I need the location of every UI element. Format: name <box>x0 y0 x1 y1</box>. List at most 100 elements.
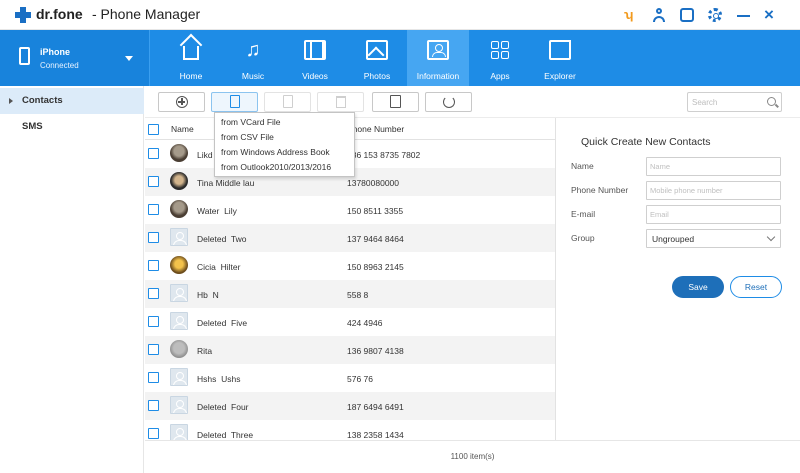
row-checkbox[interactable] <box>148 344 159 355</box>
contact-name: Cicia Hilter <box>197 262 241 272</box>
export-icon <box>283 95 293 108</box>
table-row[interactable]: Water Lily 150 8511 3355 <box>145 196 555 224</box>
reset-button[interactable]: Reset <box>730 276 782 298</box>
avatar-placeholder-icon <box>170 228 188 246</box>
contact-phone: 424 4946 <box>347 318 383 328</box>
tab-apps[interactable]: Apps <box>469 30 531 86</box>
tab-photos[interactable]: Photos <box>346 30 408 86</box>
gear-icon[interactable] <box>708 8 722 22</box>
contact-name: Deleted Four <box>197 402 249 412</box>
contact-name: Hshs Ushs <box>197 374 241 384</box>
row-checkbox[interactable] <box>148 204 159 215</box>
device-status: Connected <box>40 61 79 70</box>
contact-phone: 138 2358 1434 <box>347 430 404 440</box>
column-header-name[interactable]: Name <box>171 124 194 134</box>
menu-item-windows-address-book[interactable]: from Windows Address Book <box>215 144 354 160</box>
phone-field[interactable] <box>646 181 781 200</box>
film-icon <box>304 40 326 60</box>
row-checkbox[interactable] <box>148 316 159 327</box>
menu-item-csv[interactable]: from CSV File <box>215 129 354 145</box>
table-row[interactable]: Deleted Five 424 4946 <box>145 308 555 336</box>
contact-phone: 13780080000 <box>347 178 400 188</box>
trash-icon <box>336 96 346 108</box>
tab-information[interactable]: Information <box>407 30 469 86</box>
table-row[interactable]: Rita 136 9807 4138 <box>145 336 555 364</box>
import-dropdown-menu: from VCard File from CSV File from Windo… <box>214 112 355 177</box>
contact-phone: 150 8511 3355 <box>347 206 404 216</box>
menu-item-outlook[interactable]: from Outlook2010/2013/2016 <box>215 159 354 175</box>
table-row[interactable]: Deleted Two 137 9464 8464 <box>145 224 555 252</box>
cart-icon[interactable]: ʮ <box>624 8 638 22</box>
search-box <box>687 92 782 112</box>
avatar <box>170 172 188 190</box>
table-row[interactable]: Deleted Four 187 6494 6491 <box>145 392 555 420</box>
avatar <box>170 256 188 274</box>
tab-videos[interactable]: Videos <box>284 30 346 86</box>
table-row[interactable]: Deleted Three 138 2358 1434 <box>145 420 555 442</box>
table-row[interactable]: Hshs Ushs 576 76 <box>145 364 555 392</box>
contact-phone: 150 8963 2145 <box>347 262 404 272</box>
photo-icon <box>366 40 388 60</box>
row-checkbox[interactable] <box>148 232 159 243</box>
contact-name: Likd <box>197 150 213 160</box>
user-icon[interactable] <box>652 8 666 22</box>
tab-home[interactable]: Home <box>160 30 222 86</box>
caret-right-icon <box>9 98 13 104</box>
import-icon <box>230 95 240 108</box>
avatar <box>170 144 188 162</box>
avatar-placeholder-icon <box>170 368 188 386</box>
merge-button[interactable] <box>372 92 419 112</box>
row-checkbox[interactable] <box>148 372 159 383</box>
music-icon: ♫ <box>245 39 261 61</box>
tab-label: Videos <box>302 71 328 81</box>
row-checkbox[interactable] <box>148 400 159 411</box>
column-header-phone[interactable]: Phone Number <box>347 124 404 134</box>
name-field[interactable] <box>646 157 781 176</box>
export-button[interactable] <box>264 92 311 112</box>
row-checkbox[interactable] <box>148 148 159 159</box>
title-bar: dr.fone - Phone Manager ʮ × <box>0 0 800 30</box>
email-field[interactable] <box>646 205 781 224</box>
chevron-down-icon[interactable] <box>125 56 133 61</box>
avatar-placeholder-icon <box>170 396 188 414</box>
add-contact-button[interactable] <box>158 92 205 112</box>
refresh-button[interactable] <box>425 92 472 112</box>
close-icon[interactable]: × <box>764 6 778 23</box>
tab-explorer[interactable]: Explorer <box>529 30 591 86</box>
row-checkbox[interactable] <box>148 428 159 439</box>
group-select[interactable]: Ungrouped <box>646 229 781 248</box>
nav-bar: iPhone Connected Home ♫ Music Videos Pho… <box>0 30 800 86</box>
device-name: iPhone <box>40 47 71 57</box>
table-row[interactable]: Hb N 558 8 <box>145 280 555 308</box>
select-all-checkbox[interactable] <box>148 124 159 135</box>
search-icon[interactable] <box>767 97 776 106</box>
sidebar-item-sms[interactable]: SMS <box>0 114 144 140</box>
contact-phone: 136 9807 4138 <box>347 346 404 356</box>
row-checkbox[interactable] <box>148 176 159 187</box>
sidebar-item-contacts[interactable]: Contacts <box>0 88 144 114</box>
table-row[interactable]: Cicia Hilter 150 8963 2145 <box>145 252 555 280</box>
sidebar: Contacts SMS <box>0 86 144 473</box>
tab-label: Information <box>416 71 460 81</box>
tab-music[interactable]: ♫ Music <box>222 30 284 86</box>
row-checkbox[interactable] <box>148 260 159 271</box>
row-checkbox[interactable] <box>148 288 159 299</box>
contact-phone: 137 9464 8464 <box>347 234 404 244</box>
minimize-icon[interactable] <box>737 8 751 22</box>
menu-item-vcard[interactable]: from VCard File <box>215 114 354 130</box>
apps-grid-icon <box>489 40 511 60</box>
save-button[interactable]: Save <box>672 276 724 298</box>
group-label: Group <box>571 233 595 243</box>
contact-name: Deleted Two <box>197 234 247 244</box>
delete-button[interactable] <box>317 92 364 112</box>
import-button[interactable] <box>211 92 258 112</box>
quick-create-panel: Quick Create New Contacts Name Phone Num… <box>555 118 800 440</box>
home-icon <box>183 46 199 60</box>
email-label: E-mail <box>571 209 596 219</box>
avatar-placeholder-icon <box>170 312 188 330</box>
device-selector[interactable]: iPhone Connected <box>0 30 150 86</box>
search-input[interactable] <box>692 96 762 108</box>
phone-label: Phone Number <box>571 185 629 195</box>
feedback-icon[interactable] <box>680 8 694 22</box>
tab-label: Explorer <box>544 71 576 81</box>
